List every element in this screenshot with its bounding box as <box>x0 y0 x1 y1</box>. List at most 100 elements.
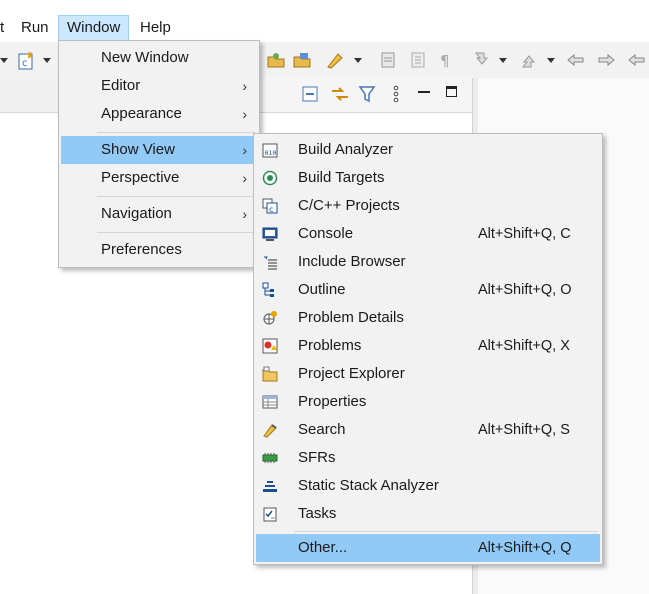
menu-separator <box>97 232 255 233</box>
back-icon[interactable] <box>596 50 616 70</box>
menu-item-project-explorer[interactable]: Project Explorer <box>256 360 600 388</box>
static-stack-analyzer-icon <box>263 481 277 492</box>
menu-item-other[interactable]: Other... Alt+Shift+Q, Q <box>256 534 600 562</box>
menu-item-sfrs[interactable]: SFRs <box>256 444 600 472</box>
filter-icon[interactable] <box>358 84 376 104</box>
menu-item-label: Outline <box>298 281 346 298</box>
menu-item-label: SFRs <box>298 449 336 466</box>
menu-item-problems[interactable]: Problems Alt+Shift+Q, X <box>256 332 600 360</box>
search-icon <box>263 424 277 438</box>
menu-item-include-browser[interactable]: Include Browser <box>256 248 600 276</box>
menu-item-label: Appearance <box>101 105 182 122</box>
menu-item-label: Perspective <box>101 169 180 186</box>
new-c-file-icon[interactable]: c <box>16 50 36 70</box>
menu-item-label: Show View <box>101 141 175 158</box>
menu-item-editor[interactable]: Editor › <box>61 72 257 100</box>
menu-item-problem-details[interactable]: Problem Details <box>256 304 600 332</box>
view-menu-icon[interactable] <box>392 85 400 103</box>
project-explorer-icon <box>262 366 278 382</box>
menu-item-shortcut: Alt+Shift+Q, O <box>478 282 572 298</box>
menu-item-console[interactable]: Console Alt+Shift+Q, C <box>256 220 600 248</box>
menu-item-shortcut: Alt+Shift+Q, X <box>478 338 570 354</box>
chevron-right-icon: › <box>242 106 247 122</box>
menu-item-shortcut: Alt+Shift+Q, S <box>478 422 570 438</box>
menu-item-static-stack-analyzer[interactable]: Static Stack Analyzer <box>256 472 600 500</box>
include-browser-icon <box>264 256 277 270</box>
svg-text:c: c <box>22 58 28 69</box>
menu-item-outline[interactable]: Outline Alt+Shift+Q, O <box>256 276 600 304</box>
menu-item-appearance[interactable]: Appearance › <box>61 100 257 128</box>
menu-item-label: Problem Details <box>298 309 404 326</box>
open-resource-icon[interactable] <box>292 50 312 70</box>
menu-window[interactable]: Window <box>58 15 130 41</box>
menu-item-build-analyzer[interactable]: 010 Build Analyzer <box>256 136 600 164</box>
menu-item-label: New Window <box>101 49 189 66</box>
menu-separator <box>97 196 255 197</box>
search-toolbar-icon[interactable] <box>325 50 345 70</box>
window-menu-dropdown: New Window Editor › Appearance › Show Vi… <box>58 40 260 268</box>
menu-truncated[interactable]: t <box>0 15 4 41</box>
menu-item-label: Tasks <box>298 505 337 522</box>
dropdown-arrow-icon[interactable] <box>43 58 51 63</box>
svg-text:c: c <box>269 205 273 214</box>
chevron-right-icon: › <box>242 78 247 94</box>
project-explorer-view-toolbar <box>258 78 472 113</box>
menu-item-label: Build Targets <box>298 169 385 186</box>
menu-help[interactable]: Help <box>140 15 171 41</box>
menu-item-label: Editor <box>101 77 141 94</box>
menu-item-label: Search <box>298 421 346 438</box>
menu-item-label: Other... <box>298 539 348 556</box>
dropdown-arrow-icon[interactable] <box>499 58 507 63</box>
chevron-right-icon: › <box>242 206 247 222</box>
collapse-all-icon[interactable] <box>301 85 319 103</box>
menu-item-search[interactable]: Search Alt+Shift+Q, S <box>256 416 600 444</box>
tasks-icon <box>263 507 277 522</box>
menu-item-shortcut: Alt+Shift+Q, Q <box>478 540 572 556</box>
open-type-icon[interactable] <box>266 50 286 70</box>
chevron-right-icon: › <box>242 170 247 186</box>
menu-item-shortcut: Alt+Shift+Q, C <box>478 226 571 242</box>
menu-item-label: Project Explorer <box>298 365 405 382</box>
menu-item-perspective[interactable]: Perspective › <box>61 164 257 192</box>
menu-item-preferences[interactable]: Preferences <box>61 236 257 264</box>
next-annotation-icon[interactable] <box>472 50 492 70</box>
outline-icon <box>262 282 274 297</box>
link-with-editor-icon[interactable] <box>330 85 350 103</box>
maximize-icon[interactable] <box>446 86 457 97</box>
menu-item-navigation[interactable]: Navigation › <box>61 200 257 228</box>
menu-item-cpp-projects[interactable]: c C/C++ Projects <box>256 192 600 220</box>
dropdown-arrow-icon[interactable] <box>547 58 555 63</box>
build-targets-icon <box>262 170 278 186</box>
forward-icon[interactable] <box>627 50 647 70</box>
previous-annotation-icon[interactable] <box>519 50 539 70</box>
menu-item-label: Preferences <box>101 241 182 258</box>
toggle-mark-icon[interactable] <box>378 50 398 70</box>
menu-separator <box>97 132 255 133</box>
menu-separator <box>294 531 598 532</box>
menu-item-label: Console <box>298 225 354 242</box>
menu-item-label: Build Analyzer <box>298 141 394 158</box>
block-selection-icon[interactable] <box>408 50 428 70</box>
menu-run[interactable]: Run <box>21 15 49 41</box>
menu-item-show-view[interactable]: Show View › <box>61 136 257 164</box>
menu-item-tasks[interactable]: Tasks <box>256 500 600 528</box>
menubar: t Run Window Help <box>0 0 649 41</box>
chevron-right-icon: › <box>242 142 247 158</box>
sfrs-icon <box>262 453 278 463</box>
last-edit-location-icon[interactable] <box>566 50 586 70</box>
problems-icon <box>262 338 278 354</box>
menu-item-label: C/C++ Projects <box>298 197 400 214</box>
console-icon <box>262 227 278 241</box>
menu-item-label: Include Browser <box>298 253 406 270</box>
menu-item-new-window[interactable]: New Window <box>61 44 257 72</box>
show-whitespace-icon[interactable]: ¶ <box>436 50 456 70</box>
cpp-projects-icon: c <box>262 198 278 214</box>
menu-item-properties[interactable]: Properties <box>256 388 600 416</box>
dropdown-arrow-icon[interactable] <box>0 58 8 63</box>
menu-item-build-targets[interactable]: Build Targets <box>256 164 600 192</box>
problem-details-icon <box>263 311 277 325</box>
minimize-icon[interactable] <box>418 91 430 93</box>
dropdown-arrow-icon[interactable] <box>354 58 362 63</box>
menu-item-label: Static Stack Analyzer <box>298 477 439 494</box>
build-analyzer-icon: 010 <box>262 143 278 158</box>
